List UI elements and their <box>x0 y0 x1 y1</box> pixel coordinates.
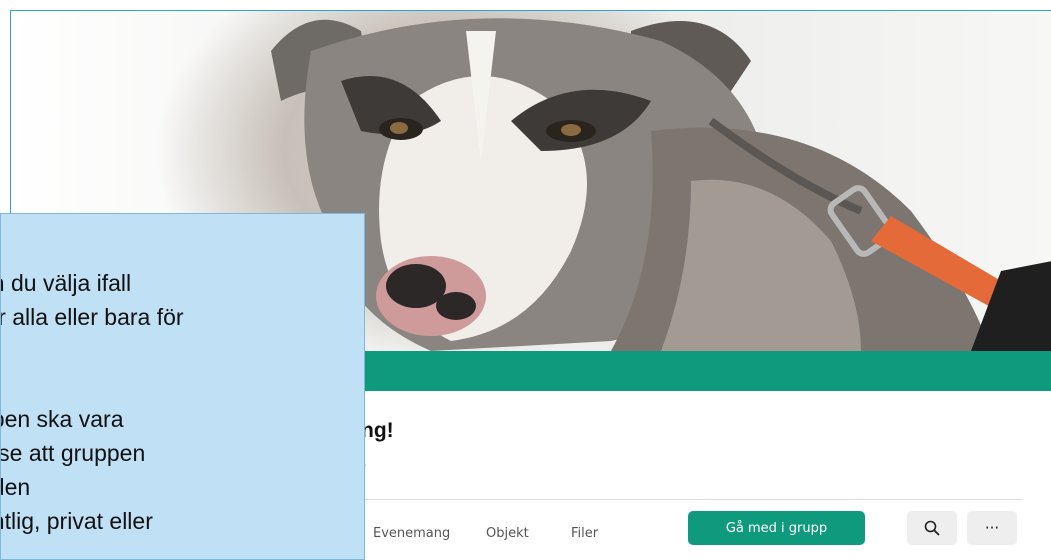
callout-line: för alla eller bara för <box>1 304 184 330</box>
tab-objekt[interactable]: Objekt <box>486 526 529 541</box>
group-title: ng! <box>361 419 394 442</box>
tab-evenemang[interactable]: Evenemang <box>373 526 450 541</box>
callout-line: entlig, privat eller <box>1 508 153 534</box>
header-divider <box>361 499 1023 500</box>
tab-filer[interactable]: Filer <box>571 526 598 541</box>
callout-line: ppen ska vara <box>1 406 124 432</box>
callout-line: uden <box>1 474 31 500</box>
join-group-button[interactable]: Gå med i grupp <box>688 511 865 545</box>
callout-line: e se att gruppen <box>0 440 146 466</box>
instruction-callout: an du välja ifall för alla eller bara fö… <box>0 213 365 560</box>
callout-line: an du välja ifall <box>1 270 132 296</box>
more-options-button[interactable]: ··· <box>967 511 1017 545</box>
page: ng! r Evenemang Objekt Filer Gå med i gr… <box>0 0 1051 560</box>
search-icon <box>924 520 940 536</box>
search-button[interactable] <box>907 511 957 545</box>
